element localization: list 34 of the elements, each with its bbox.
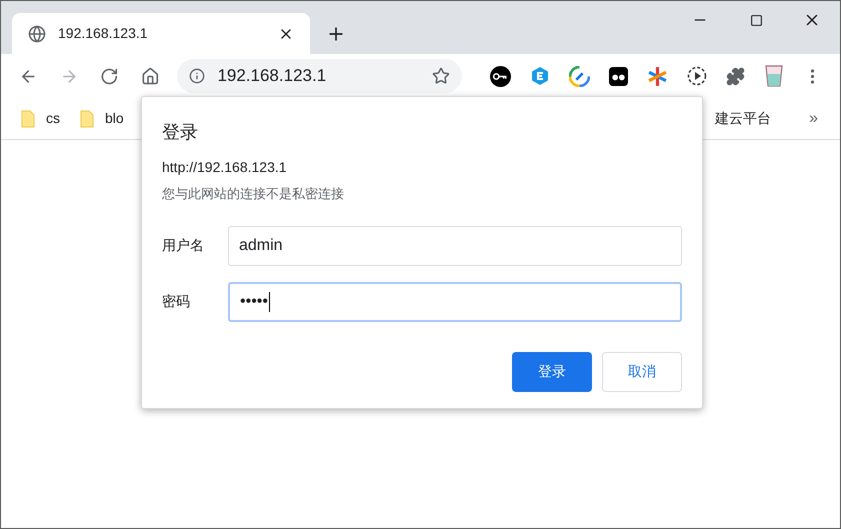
site-origin: http://192.168.123.1 — [162, 158, 288, 177]
folder-icon — [80, 110, 94, 128]
bookmark[interactable]: 建云平台 — [715, 108, 772, 129]
text-cursor — [269, 292, 270, 312]
globe-icon — [28, 24, 46, 42]
input-field[interactable]: admin — [228, 226, 682, 266]
more-bookmarks-button[interactable]: » — [809, 106, 818, 130]
input-field[interactable]: ••••• — [228, 282, 682, 322]
asterisk-icon[interactable] — [647, 66, 668, 86]
dots-icon[interactable] — [609, 66, 628, 86]
maximize-icon[interactable] — [750, 14, 762, 26]
bookmark[interactable]: blo — [80, 108, 124, 129]
info-icon — [189, 68, 206, 84]
login-button[interactable]: 登录 — [512, 352, 592, 392]
bookmark[interactable]: cs — [21, 108, 60, 129]
play-icon[interactable] — [687, 66, 707, 86]
cancel-button[interactable]: 取消 — [602, 352, 682, 392]
field-label: 密码 — [162, 292, 191, 311]
cup-icon[interactable] — [764, 64, 784, 88]
key-icon[interactable] — [490, 66, 511, 86]
address-text: 192.168.123.1 — [217, 65, 328, 88]
hexagon-icon[interactable] — [530, 66, 550, 86]
address-bar[interactable]: 192.168.123.1 — [177, 59, 462, 93]
privacy-warning: 您与此网站的连接不是私密连接 — [162, 185, 345, 203]
dialog-title: 登录 — [162, 121, 199, 144]
puzzle-icon[interactable] — [726, 66, 745, 86]
home-icon[interactable] — [140, 66, 160, 86]
field-label: 用户名 — [162, 236, 205, 255]
tab-title: 192.168.123.1 — [58, 24, 149, 43]
star-icon[interactable] — [432, 67, 450, 85]
compass-icon[interactable] — [569, 66, 590, 86]
browser-tab[interactable]: 192.168.123.1 — [12, 13, 310, 54]
reload-icon[interactable] — [100, 66, 119, 86]
folder-icon — [21, 110, 35, 128]
